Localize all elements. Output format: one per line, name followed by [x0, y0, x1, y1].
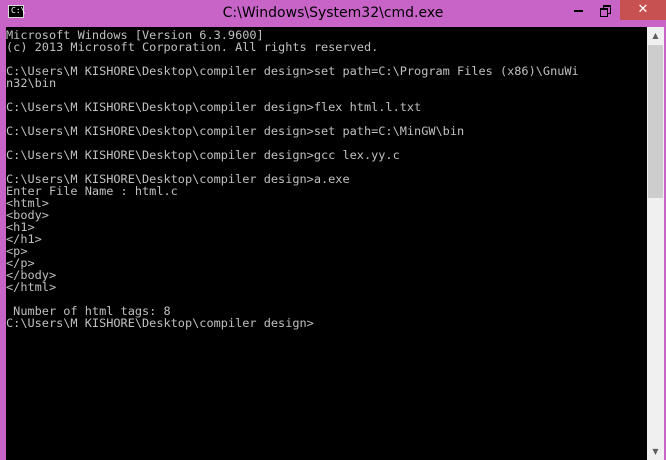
cmd-window: C:\ C:\Windows\System32\cmd.exe ✕ Micros… — [0, 0, 666, 460]
console-output: Microsoft Windows [Version 6.3.9600] (c) … — [6, 27, 647, 329]
minimize-icon — [574, 10, 583, 12]
console-line: </p> — [6, 256, 35, 270]
console-line: </html> — [6, 280, 57, 294]
console-line: <p> — [6, 244, 28, 258]
console-line: n32\bin — [6, 76, 57, 90]
console-line: </body> — [6, 268, 57, 282]
restore-icon-front — [600, 8, 608, 17]
scroll-thumb[interactable] — [648, 45, 663, 198]
scroll-up-arrow-icon[interactable]: ▲ — [647, 27, 664, 44]
console-line: C:\Users\M KISHORE\Desktop\compiler desi… — [6, 64, 579, 78]
console-line: (c) 2013 Microsoft Corporation. All righ… — [6, 40, 379, 54]
minimize-button[interactable] — [566, 0, 592, 20]
title-bar[interactable]: C:\ C:\Windows\System32\cmd.exe ✕ — [0, 0, 666, 26]
console-line: <h1> — [6, 220, 35, 234]
console-line: </h1> — [6, 232, 42, 246]
close-icon: ✕ — [637, 2, 649, 17]
console-line: C:\Users\M KISHORE\Desktop\compiler desi… — [6, 100, 422, 114]
console-line: C:\Users\M KISHORE\Desktop\compiler desi… — [6, 148, 400, 162]
maximize-button[interactable] — [593, 0, 619, 20]
close-button[interactable]: ✕ — [620, 0, 666, 20]
console-line: Enter File Name : html.c — [6, 184, 178, 198]
console-line: <body> — [6, 208, 49, 222]
scroll-down-arrow-icon[interactable]: ▼ — [647, 443, 664, 460]
console-line: C:\Users\M KISHORE\Desktop\compiler desi… — [6, 124, 465, 138]
console-line: <html> — [6, 196, 49, 210]
console-line: C:\Users\M KISHORE\Desktop\compiler desi… — [6, 316, 314, 330]
console-area[interactable]: Microsoft Windows [Version 6.3.9600] (c) … — [6, 27, 647, 460]
vertical-scrollbar[interactable]: ▲ ▼ — [647, 27, 664, 460]
